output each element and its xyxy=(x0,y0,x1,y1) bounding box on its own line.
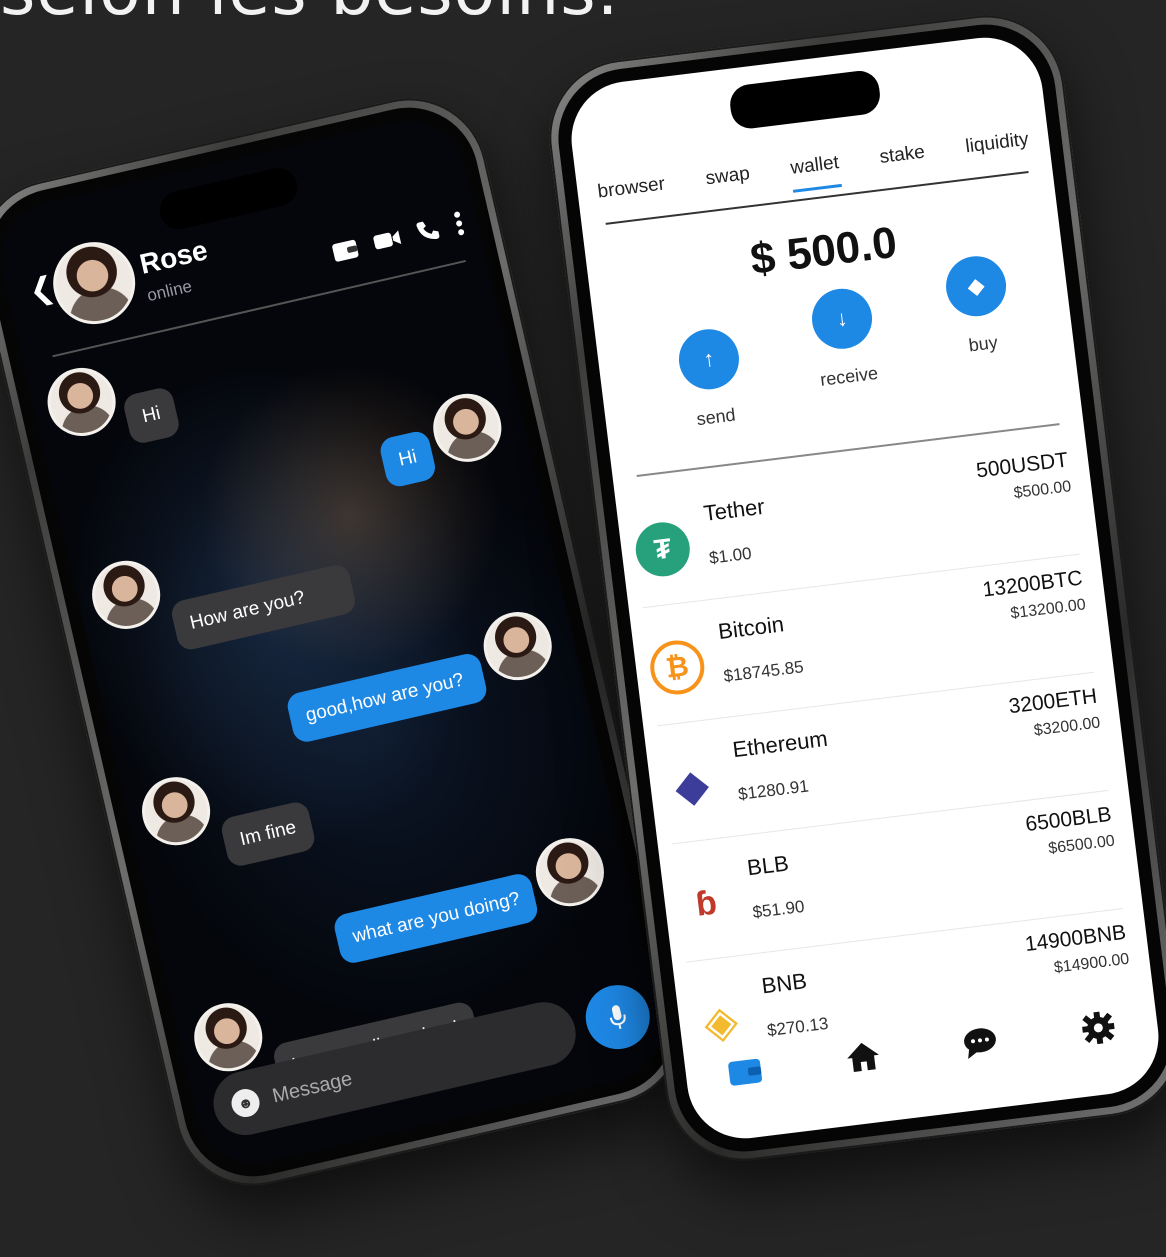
ethereum-icon: ◆ xyxy=(672,759,712,812)
video-icon[interactable] xyxy=(371,227,403,253)
message-bubble-out[interactable]: Hi xyxy=(377,429,438,490)
send-label: send xyxy=(695,404,737,430)
coin-value: $3200.00 xyxy=(1032,714,1102,740)
message-bubble-in[interactable]: How are you? xyxy=(169,562,358,653)
coin-amount: 500USDT xyxy=(974,448,1070,483)
message-bubble-out[interactable]: good,how are you? xyxy=(284,651,490,745)
wallet-tabs: browser swap wallet stake liquidity xyxy=(596,129,1031,217)
dynamic-island xyxy=(727,68,883,131)
nav-chat[interactable] xyxy=(958,1020,1003,1065)
wallet-icon xyxy=(728,1058,763,1086)
outgoing-avatar xyxy=(426,387,509,469)
receive-label: receive xyxy=(819,362,880,390)
coin-price: $1.00 xyxy=(708,543,753,568)
coin-name: BLB xyxy=(745,850,791,881)
bitcoin-icon: ₿ xyxy=(647,637,708,698)
coin-price: $18745.85 xyxy=(722,657,805,686)
buy-button[interactable]: ◆ buy xyxy=(942,252,1019,398)
coin-value: $6500.00 xyxy=(1047,832,1116,858)
tether-icon: ₮ xyxy=(632,519,693,580)
emoji-icon[interactable]: ☻ xyxy=(228,1086,263,1120)
wallet-icon[interactable] xyxy=(330,236,360,263)
tab-stake[interactable]: stake xyxy=(878,142,927,182)
receive-button[interactable]: ↓ receive xyxy=(808,285,884,414)
send-icon: ↑ xyxy=(675,325,743,393)
outgoing-avatar xyxy=(476,605,559,687)
settings-icon xyxy=(1081,1011,1115,1045)
nav-wallet[interactable] xyxy=(723,1049,768,1094)
incoming-avatar xyxy=(40,361,123,443)
coin-price: $51.90 xyxy=(751,896,806,923)
incoming-avatar xyxy=(187,996,270,1079)
nav-home[interactable] xyxy=(841,1034,886,1079)
coin-amount: 6500BLB xyxy=(1024,802,1113,837)
contact-avatar[interactable] xyxy=(45,233,144,333)
chat-icon xyxy=(964,1028,997,1059)
coin-value: $13200.00 xyxy=(1009,596,1087,623)
tag-icon: ◆ xyxy=(942,252,1010,320)
tab-browser[interactable]: browser xyxy=(596,173,667,216)
mic-button[interactable] xyxy=(579,978,657,1056)
coin-value: $500.00 xyxy=(1012,478,1073,503)
coin-name: Ethereum xyxy=(731,725,829,763)
send-button[interactable]: ↑ send xyxy=(675,325,748,432)
coin-amount: 3200ETH xyxy=(1007,684,1099,719)
coin-name: Bitcoin xyxy=(716,611,786,645)
buy-label: buy xyxy=(967,332,999,356)
message-bubble-in[interactable]: Im fine xyxy=(219,799,318,869)
contact-name: Rose xyxy=(136,234,211,280)
coin-list: ₮ Tether $1.00 500USDT $500.00 ₿ Bitcoin… xyxy=(628,436,1137,1079)
receive-icon: ↓ xyxy=(808,285,876,353)
chat-header: ❮ Rose online xyxy=(0,109,485,362)
contact-status: online xyxy=(145,276,194,306)
mic-icon xyxy=(609,1005,626,1030)
home-icon xyxy=(846,1042,879,1072)
tab-wallet[interactable]: wallet xyxy=(789,152,842,193)
tab-liquidity[interactable]: liquidity xyxy=(964,129,1031,171)
coin-value: $14900.00 xyxy=(1053,950,1131,977)
incoming-avatar xyxy=(135,770,217,852)
wallet-screen: browser swap wallet stake liquidity $ 50… xyxy=(564,31,1166,1145)
coin-name: Tether xyxy=(702,493,766,527)
phone-icon[interactable] xyxy=(414,216,443,245)
incoming-avatar xyxy=(85,554,167,636)
message-bubble-in[interactable]: Hi xyxy=(121,385,182,446)
coin-name: BNB xyxy=(760,968,809,999)
outgoing-avatar xyxy=(529,831,611,913)
more-icon[interactable] xyxy=(452,210,466,237)
blb-icon: ɓ xyxy=(676,873,737,934)
wallet-actions: ↑ send ↓ receive ◆ buy xyxy=(675,252,1020,432)
message-input[interactable]: Message xyxy=(270,1067,354,1108)
tab-swap[interactable]: swap xyxy=(704,163,752,203)
nav-settings[interactable] xyxy=(1076,1006,1121,1051)
coin-price: $1280.91 xyxy=(737,776,810,804)
message-bubble-out[interactable]: what are you doing? xyxy=(331,871,540,966)
